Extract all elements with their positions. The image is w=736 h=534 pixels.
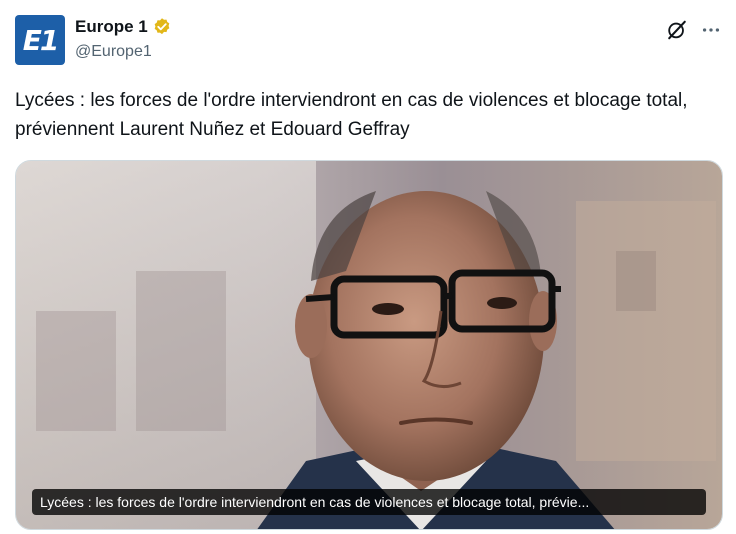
more-icon[interactable] — [700, 19, 722, 41]
avatar-logo-text: E1 — [22, 23, 60, 57]
news-photo — [16, 161, 722, 529]
author-name-row: Europe 1 — [75, 17, 172, 37]
grok-icon[interactable] — [666, 19, 688, 41]
avatar[interactable]: E1 — [15, 15, 65, 65]
tweet-card[interactable]: E1 Europe 1 @Europe1 Lycées : les forces… — [0, 0, 736, 534]
display-name[interactable]: Europe 1 — [75, 17, 148, 37]
verified-badge-icon[interactable] — [152, 17, 172, 37]
media-card[interactable]: Lycées : les forces de l'ordre intervien… — [15, 160, 723, 530]
handle[interactable]: @Europe1 — [75, 43, 152, 61]
media-caption: Lycées : les forces de l'ordre intervien… — [32, 489, 706, 515]
tweet-text: Lycées : les forces de l'ordre intervien… — [15, 90, 688, 140]
